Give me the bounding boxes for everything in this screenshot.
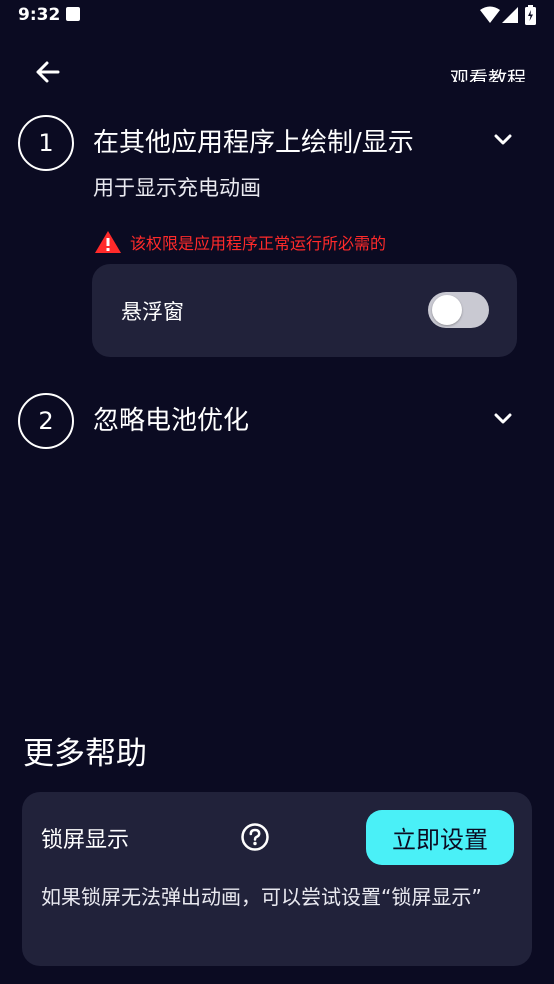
step-1-title: 在其他应用程序上绘制/显示 — [93, 128, 414, 158]
notification-icon — [66, 7, 80, 21]
more-help-heading: 更多帮助 — [23, 736, 147, 772]
screen: 9:32 观看教程 1 在其他应用程序上绘制/显示 用于显示充电动画 该权限是应… — [0, 0, 554, 984]
step-2-number: 2 — [18, 393, 74, 449]
lock-screen-card: 锁屏显示 立即设置 如果锁屏无法弹出动画，可以尝试设置“锁屏显示” — [22, 792, 532, 966]
lock-screen-description: 如果锁屏无法弹出动画，可以尝试设置“锁屏显示” — [41, 885, 482, 909]
arrow-left-icon — [36, 61, 60, 83]
overlay-permission-toggle[interactable] — [428, 292, 489, 328]
battery-charging-icon — [525, 5, 536, 25]
chevron-down-icon[interactable] — [489, 404, 517, 432]
signal-icon — [502, 7, 518, 23]
permission-warning: 该权限是应用程序正常运行所必需的 — [94, 230, 386, 254]
step-1-number: 1 — [18, 115, 74, 171]
back-button[interactable] — [30, 56, 66, 88]
watch-tutorial-label: 观看教程 — [449, 68, 526, 82]
warning-triangle-icon — [95, 231, 121, 253]
wifi-icon — [480, 6, 500, 23]
step-2-title: 忽略电池优化 — [93, 406, 250, 436]
toggle-knob — [432, 295, 462, 325]
warning-text: 该权限是应用程序正常运行所必需的 — [130, 234, 387, 253]
question-circle-icon[interactable] — [240, 822, 270, 852]
status-bar: 9:32 — [0, 0, 554, 32]
status-time: 9:32 — [18, 5, 61, 25]
overlay-permission-card: 悬浮窗 — [92, 264, 517, 357]
lock-screen-title: 锁屏显示 — [41, 828, 130, 853]
chevron-down-icon[interactable] — [489, 125, 517, 153]
step-1-subtitle: 用于显示充电动画 — [93, 176, 261, 200]
setup-now-button[interactable]: 立即设置 — [366, 810, 514, 865]
watch-tutorial-link[interactable]: 观看教程 — [416, 60, 526, 82]
overlay-permission-label: 悬浮窗 — [121, 300, 184, 324]
